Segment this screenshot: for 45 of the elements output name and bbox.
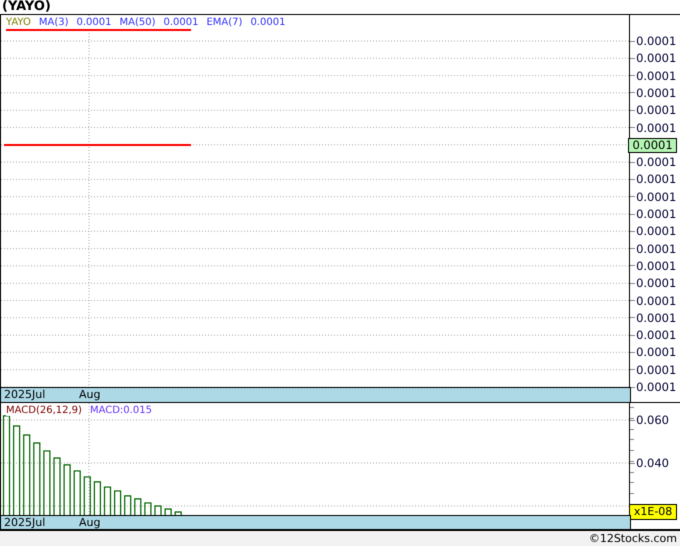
axis-label: 0.0001: [630, 51, 676, 66]
axis-label: 0.0001: [630, 345, 676, 360]
axis-label: 0.0001: [630, 120, 676, 134]
axis-label: 0.040: [636, 456, 670, 470]
axis-label: 0.0001: [630, 310, 676, 325]
axis-label: 0.0001: [630, 276, 676, 290]
axis-label: 0.0001: [630, 242, 676, 256]
axis-label: 0.0001: [630, 86, 676, 100]
last-price-label: 0.0001: [628, 138, 678, 153]
legend-label: YAYO: [6, 17, 31, 28]
axis-label: 0.0001: [630, 294, 676, 308]
axis-label: 0.0001: [630, 190, 676, 204]
tick-mark: [630, 472, 634, 473]
tick-mark: [630, 450, 634, 452]
legend-label: MACD(26,12,9): [6, 405, 82, 416]
date-label: 2025Jul: [4, 516, 46, 530]
legend-label: MA(50): [119, 17, 156, 28]
legend-label: EMA(7): [206, 17, 242, 28]
legend-label: 0.0001: [163, 17, 198, 28]
axis-label: 0.0001: [630, 155, 676, 170]
tick-mark: [630, 428, 634, 430]
axis-label: 0.0001: [630, 224, 676, 238]
axis-label: 0.0001: [630, 258, 676, 273]
axis-label: 0.0001: [630, 68, 676, 83]
date-label: 2025Jul: [4, 388, 46, 402]
legend-label: MA(3): [38, 17, 68, 28]
axis-label: 0.0001: [630, 34, 676, 48]
axis-label: 0.0001: [630, 172, 676, 186]
multiplier-label: x1E-08: [629, 504, 678, 520]
tick-mark: [630, 493, 634, 494]
axis-label: 0.0001: [630, 328, 676, 342]
date-label: Aug: [79, 388, 100, 402]
tick-mark: [630, 439, 634, 440]
tick-mark: [630, 482, 634, 484]
legend-label: 0.0001: [250, 17, 286, 28]
date-label: Aug: [79, 516, 100, 530]
legend-label: MACD:0.015: [90, 405, 152, 416]
tick-mark: [630, 407, 634, 408]
chart-title: (YAYO): [1, 0, 52, 14]
axis-label: 0.0001: [630, 103, 676, 118]
legend-label: 0.0001: [76, 17, 112, 28]
copyright-text: ©12Stocks.com: [588, 531, 677, 546]
axis-label: 0.060: [636, 412, 670, 427]
axis-label: 0.0001: [630, 207, 676, 221]
axis-label: 0.0001: [630, 362, 676, 377]
